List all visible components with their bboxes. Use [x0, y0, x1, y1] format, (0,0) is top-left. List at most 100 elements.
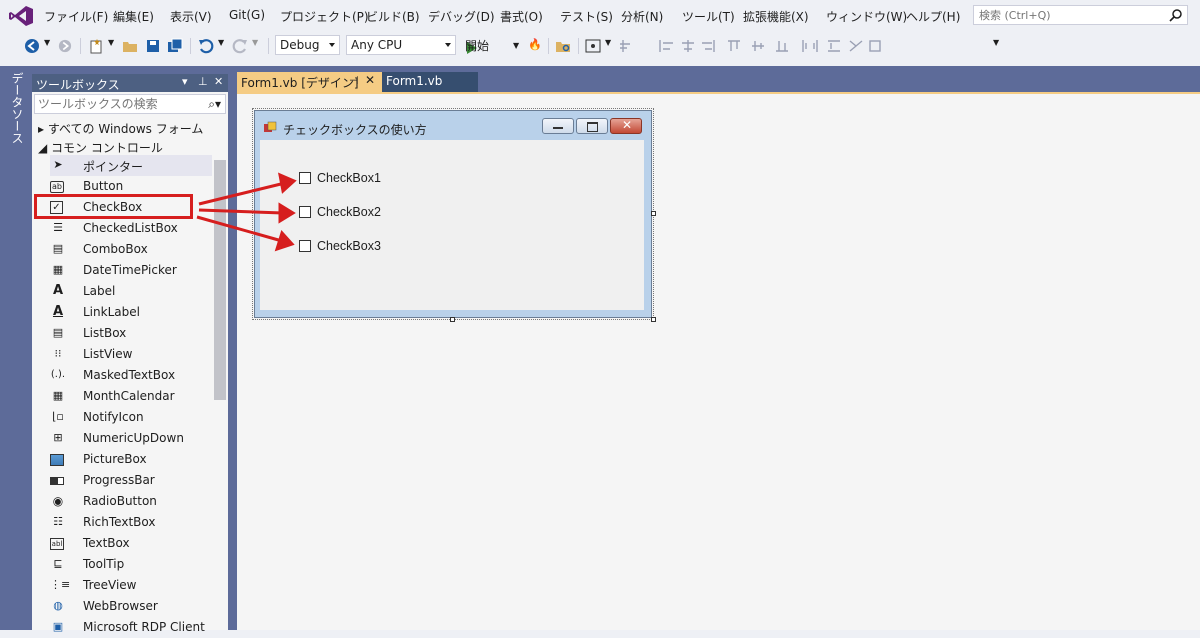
forward-icon[interactable] [58, 38, 72, 54]
close-button[interactable]: ✕ [610, 118, 642, 134]
menu-view[interactable]: 表示(V) [170, 8, 212, 25]
visual-studio-logo-icon[interactable] [8, 5, 34, 27]
toolbox-item-maskedtextbox[interactable]: (.). MaskedTextBox [50, 365, 212, 386]
checkbox-square[interactable] [299, 206, 311, 218]
maximize-button[interactable] [576, 118, 608, 134]
toolbox-item-label: Button [83, 179, 124, 193]
menu-analyze[interactable]: 分析(N) [621, 8, 663, 25]
toolbox-scrollbar[interactable] [214, 160, 226, 400]
toolbox-item-linklabel[interactable]: A LinkLabel [50, 302, 212, 323]
checkbox-2[interactable]: CheckBox2 [299, 205, 409, 221]
toolbox-item-datetimepicker[interactable]: ▦ DateTimePicker [50, 260, 212, 281]
hot-reload-icon[interactable]: 🔥 [528, 38, 542, 54]
redo-dropdown-icon[interactable]: ▼ [252, 38, 258, 54]
toolbox-item-picturebox[interactable]: PictureBox [50, 449, 212, 470]
layout-icon[interactable] [585, 38, 601, 54]
quick-search[interactable] [973, 5, 1188, 25]
undo-dropdown-icon[interactable]: ▼ [218, 38, 224, 54]
toolbox-item-label[interactable]: A Label [50, 281, 212, 302]
menu-window[interactable]: ウィンドウ(W) [826, 8, 907, 25]
start-dropdown-icon[interactable]: ▼ [513, 41, 519, 50]
toolbox-item-label: ポインター [83, 160, 144, 174]
treeview-icon: ⋮≡ [50, 578, 71, 591]
toolbar-separator [548, 38, 549, 54]
resize-handle[interactable] [450, 317, 455, 322]
menu-file[interactable]: ファイル(F) [44, 8, 108, 25]
toolbox-search-input[interactable] [35, 95, 198, 113]
checkbox-3[interactable]: CheckBox3 [299, 239, 409, 255]
toolbox-item-progressbar[interactable]: ProgressBar [50, 470, 212, 491]
back-icon[interactable] [24, 38, 40, 54]
open-folder-icon[interactable] [122, 38, 138, 54]
textbox-icon: abl [50, 538, 64, 550]
menu-help[interactable]: ヘルプ(H) [906, 8, 960, 25]
maskedtextbox-icon: (.). [50, 369, 66, 380]
search-icon[interactable]: ⌕▾ [208, 97, 221, 112]
toolbox-item-listview[interactable]: ⁝⁝ ListView [50, 344, 212, 365]
checkbox-square[interactable] [299, 240, 311, 252]
undo-icon[interactable] [198, 38, 214, 54]
find-in-files-icon[interactable] [555, 38, 571, 54]
close-icon[interactable]: ✕ [365, 73, 375, 87]
new-dropdown-icon[interactable]: ▼ [108, 38, 114, 54]
toolbox-item-notifyicon[interactable]: ⌊▫ NotifyIcon [50, 407, 212, 428]
search-icon[interactable] [1169, 8, 1183, 22]
toolbox-item-richtextbox[interactable]: ☷ RichTextBox [50, 512, 212, 533]
toolbox-item-monthcalendar[interactable]: ▦ MonthCalendar [50, 386, 212, 407]
group-common-controls[interactable]: ◢ コモン コントロール [38, 139, 163, 156]
collapse-icon: ◢ [38, 141, 52, 155]
menu-format[interactable]: 書式(O) [500, 8, 543, 25]
group-all-windows-forms[interactable]: ▸ すべての Windows フォーム [38, 120, 203, 137]
toolbox-item-label: PictureBox [83, 452, 147, 466]
toolbox-item-webbrowser[interactable]: ◍ WebBrowser [50, 596, 212, 617]
toolbox-item-textbox[interactable]: abl TextBox [50, 533, 212, 554]
toolbox-item-pointer[interactable]: ➤ ポインター [50, 155, 212, 176]
checkbox-square[interactable] [299, 172, 311, 184]
checkbox-1[interactable]: CheckBox1 [299, 171, 409, 187]
chevron-down-icon[interactable]: ▾ [182, 75, 188, 88]
pin-icon[interactable]: ⊣ [349, 74, 359, 87]
tab-form1-designer[interactable]: Form1.vb [デザイン] ⊣ ✕ [237, 72, 382, 92]
solution-config-dropdown[interactable]: Debug [275, 35, 340, 55]
minimize-button[interactable] [542, 118, 574, 134]
save-icon[interactable] [145, 38, 161, 54]
toolbox-item-label: LinkLabel [83, 305, 140, 319]
toolbox-item-label: MaskedTextBox [83, 368, 176, 382]
toolbox-search[interactable]: ⌕▾ [34, 94, 226, 114]
more-tools-dropdown-icon[interactable]: ▼ [993, 38, 999, 54]
menu-build[interactable]: ビルド(B) [366, 8, 420, 25]
toolbox-item-combobox[interactable]: ▤ ComboBox [50, 239, 212, 260]
toolbox-item-listbox[interactable]: ▤ ListBox [50, 323, 212, 344]
back-dropdown-icon[interactable]: ▼ [44, 38, 50, 54]
toolbox-item-tooltip[interactable]: ⊑ ToolTip [50, 554, 212, 575]
toolbox-item-treeview[interactable]: ⋮≡ TreeView [50, 575, 212, 596]
pin-icon[interactable]: ⊥ [198, 75, 208, 88]
menu-extensions[interactable]: 拡張機能(X) [743, 8, 809, 25]
quick-search-input[interactable] [974, 6, 1159, 24]
toolbox-item-rdpclient[interactable]: ▣ Microsoft RDP Client [50, 617, 212, 638]
layout-dropdown-icon[interactable]: ▼ [605, 38, 611, 54]
close-icon[interactable]: ✕ [214, 75, 223, 88]
start-button[interactable]: 開始 [465, 37, 489, 54]
toolbox-item-label: ComboBox [83, 242, 148, 256]
toolbox-item-checkedlistbox[interactable]: ☰ CheckedListBox [50, 218, 212, 239]
menu-edit[interactable]: 編集(E) [113, 8, 154, 25]
menu-project[interactable]: プロジェクト(P) [280, 8, 369, 25]
combobox-icon: ▤ [52, 242, 64, 255]
toolbox-item-numericupdown[interactable]: ⊞ NumericUpDown [50, 428, 212, 449]
resize-handle[interactable] [651, 211, 656, 216]
menu-git[interactable]: Git(G) [229, 8, 265, 22]
toolbox-item-radiobutton[interactable]: ◉ RadioButton [50, 491, 212, 512]
redo-icon[interactable] [232, 38, 248, 54]
checkedlistbox-icon: ☰ [53, 221, 63, 234]
data-sources-tab[interactable]: データソース [9, 72, 26, 144]
tab-form1-code[interactable]: Form1.vb [382, 72, 478, 92]
solution-platform-dropdown[interactable]: Any CPU [346, 35, 456, 55]
menu-tools[interactable]: ツール(T) [682, 8, 735, 25]
label-icon: A [52, 283, 64, 298]
menu-debug[interactable]: デバッグ(D) [428, 8, 495, 25]
menu-test[interactable]: テスト(S) [560, 8, 613, 25]
save-all-icon[interactable] [167, 38, 183, 54]
new-project-icon[interactable] [88, 38, 104, 54]
resize-handle[interactable] [651, 317, 656, 322]
